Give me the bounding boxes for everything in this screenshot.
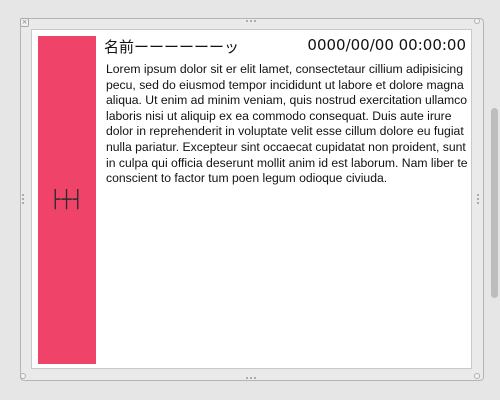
bottom-right-corner-handle-icon[interactable]	[474, 373, 480, 379]
bottom-left-corner-handle-icon[interactable]	[20, 373, 26, 379]
side-bar-label: ├┼┤	[50, 190, 84, 210]
datetime-label: 0000/00/00 00:00:00	[307, 36, 466, 54]
name-label: 名前ーーーーーーッ	[104, 38, 240, 56]
top-resize-grip-icon[interactable]	[246, 20, 256, 22]
right-resize-grip-icon[interactable]	[477, 194, 479, 204]
left-resize-grip-icon[interactable]	[22, 194, 24, 204]
scrollbar-thumb[interactable]	[491, 108, 498, 298]
scrollbar-track[interactable]	[488, 0, 500, 400]
side-bar: ├┼┤	[38, 36, 96, 364]
bottom-resize-grip-icon[interactable]	[246, 377, 256, 379]
body-text: Lorem ipsum dolor sit er elit lamet, con…	[106, 62, 468, 186]
close-icon[interactable]: ×	[20, 18, 29, 27]
stage: × ├┼┤ 名前ーーーーーーッ 0000/00/00 00:00:00 Lore…	[0, 0, 500, 400]
top-right-corner-handle-icon[interactable]	[474, 18, 480, 24]
